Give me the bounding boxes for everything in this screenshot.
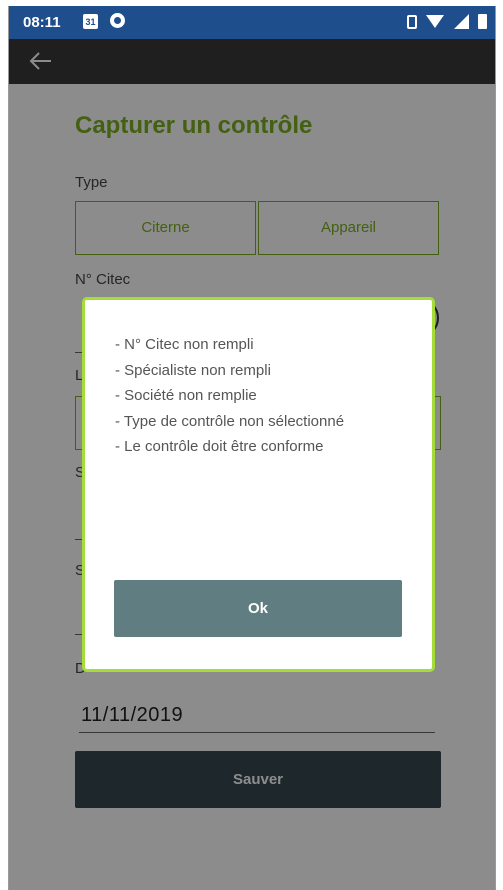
sync-icon	[110, 13, 125, 28]
error-list: - N° Citec non rempli - Spécialiste non …	[115, 332, 344, 460]
error-message: - Spécialiste non rempli	[115, 361, 271, 379]
ok-button[interactable]: Ok	[114, 580, 402, 637]
phone-screen: 08:11 31 Capturer un contrôle Type Citer…	[8, 6, 496, 890]
signal-icon	[453, 14, 469, 30]
error-message: - Le contrôle doit être conforme	[115, 438, 324, 455]
calendar-icon: 31	[83, 14, 98, 29]
wifi-icon	[426, 15, 445, 29]
error-message: - N° Citec non rempli	[115, 336, 254, 353]
error-message: - Type de contrôle non sélectionné	[115, 412, 345, 430]
battery-icon	[478, 14, 487, 30]
status-icons	[402, 13, 487, 31]
vibrate-icon	[406, 14, 417, 29]
error-message: - Société non remplie	[115, 387, 257, 404]
validation-dialog: - N° Citec non rempli - Spécialiste non …	[82, 297, 435, 672]
status-time: 08:11	[23, 14, 61, 31]
status-bar: 08:11 31	[9, 6, 495, 39]
